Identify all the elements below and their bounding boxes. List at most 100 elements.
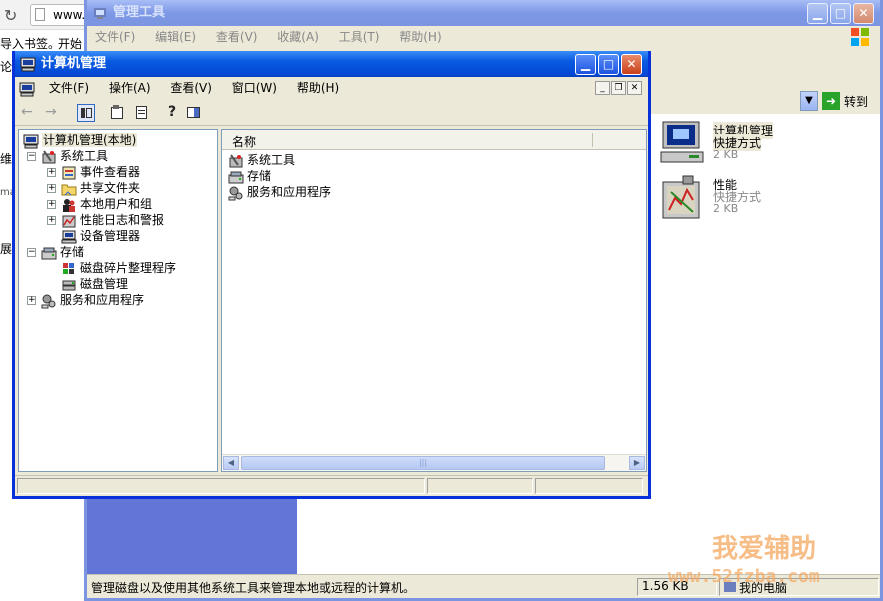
file-size: 2 KB [713, 148, 739, 161]
expand-toggle[interactable]: + [47, 216, 56, 225]
tree-label: 计算机管理(本地) [42, 133, 138, 147]
admin-tools-title: 管理工具 [113, 5, 166, 20]
collapse-toggle[interactable]: − [27, 152, 36, 161]
start-link[interactable]: 开始 [58, 35, 82, 52]
device-manager-icon [61, 230, 77, 243]
menu-view[interactable]: 查看(V) [208, 26, 266, 48]
menu-tools[interactable]: 工具(T) [331, 26, 388, 48]
tree-item-shared-folders[interactable]: 共享文件夹 [61, 180, 140, 196]
help-icon[interactable]: ? [163, 104, 181, 122]
list-item-storage[interactable]: 存储 [228, 168, 271, 184]
compmgmt-toolbar: ← → ? [15, 100, 648, 126]
browser-toolbar: ↻ www. [0, 0, 90, 30]
scroll-thumb[interactable]: ||| [241, 456, 605, 470]
status-cell [427, 478, 533, 494]
scroll-left-button[interactable]: ◀ [223, 456, 239, 470]
tree-label: 磁盘碎片整理程序 [80, 261, 177, 275]
menu-view[interactable]: 查看(V) [162, 77, 220, 99]
performance-logs-icon [62, 215, 76, 227]
expand-toggle[interactable]: + [47, 168, 56, 177]
export-list-icon[interactable] [133, 104, 151, 122]
list-pane: 名称 系统工具 存储 服务和应用程序 ◀ ||| ▶ [221, 129, 647, 472]
action-pane-icon[interactable] [185, 104, 203, 122]
tree-label: 本地用户和组 [80, 197, 153, 211]
system-tools-icon [42, 149, 56, 163]
list-item-label: 系统工具 [247, 153, 296, 167]
go-button[interactable]: ➜ 转到 [822, 91, 874, 111]
minimize-button[interactable]: ▁ [807, 3, 828, 24]
services-apps-icon [228, 186, 243, 200]
child-minimize-button[interactable]: _ [595, 81, 610, 95]
tree-item-disk-mgmt[interactable]: 磁盘管理 [61, 276, 128, 292]
expand-toggle[interactable]: + [27, 296, 36, 305]
list-item-services-apps[interactable]: 服务和应用程序 [228, 184, 331, 200]
menu-file[interactable]: 文件(F) [41, 77, 97, 99]
compmgmt-title: 计算机管理 [41, 56, 107, 71]
maximize-button[interactable]: □ [830, 3, 851, 24]
file-item-performance[interactable]: 性能 快捷方式 2 KB [659, 174, 799, 222]
close-button[interactable]: ✕ [621, 54, 642, 75]
address-bar[interactable]: www. [30, 4, 88, 26]
computer-management-window: 计算机管理 ▁ □ ✕ 文件(F) 操作(A) 查看(V) 窗口(W) 帮助(H… [12, 51, 651, 499]
tree-item-storage[interactable]: 存储 [41, 244, 84, 260]
expand-toggle[interactable]: + [47, 200, 56, 209]
back-icon[interactable]: ← [21, 104, 39, 122]
horizontal-scrollbar[interactable]: ◀ ||| ▶ [222, 454, 646, 471]
page-icon [35, 8, 45, 21]
computer-icon [23, 134, 39, 148]
tree-item-device-manager[interactable]: 设备管理器 [61, 228, 140, 244]
file-item-compmgmt[interactable]: 计算机管理 快捷方式 2 KB [659, 120, 799, 168]
defrag-icon [63, 262, 74, 274]
address-text: www. [53, 8, 86, 22]
properties-icon[interactable] [109, 104, 127, 122]
windows-logo-icon [851, 28, 869, 46]
close-button[interactable]: ✕ [853, 3, 874, 24]
tree-item-defrag[interactable]: 磁盘碎片整理程序 [61, 260, 176, 276]
tree-label: 性能日志和警报 [80, 213, 165, 227]
minimize-button[interactable]: ▁ [575, 54, 596, 75]
forward-icon[interactable]: → [45, 104, 63, 122]
tree-item-services-apps[interactable]: 服务和应用程序 [41, 292, 144, 308]
menu-edit[interactable]: 编辑(E) [147, 26, 204, 48]
menu-action[interactable]: 操作(A) [101, 77, 159, 99]
menu-help[interactable]: 帮助(H) [289, 77, 347, 99]
tree-item-root[interactable]: 计算机管理(本地) [23, 132, 138, 148]
collapse-toggle[interactable]: − [27, 248, 36, 257]
go-label: 转到 [844, 95, 869, 109]
address-dropdown-button[interactable]: ▼ [800, 91, 818, 111]
child-close-button[interactable]: ✕ [627, 81, 642, 95]
menu-favorites[interactable]: 收藏(A) [269, 26, 327, 48]
scroll-right-button[interactable]: ▶ [629, 456, 645, 470]
storage-icon [41, 247, 57, 259]
list-item-label: 存储 [247, 169, 272, 183]
menu-window[interactable]: 窗口(W) [224, 77, 285, 99]
tree-item-local-users[interactable]: 本地用户和组 [61, 196, 152, 212]
tree-item-event-viewer[interactable]: 事件查看器 [61, 164, 140, 180]
tree-label: 存储 [60, 245, 85, 259]
expand-toggle[interactable]: + [47, 184, 56, 193]
show-hide-tree-icon[interactable] [77, 104, 95, 122]
maximize-button[interactable]: □ [598, 54, 619, 75]
column-header-name[interactable]: 名称 [222, 130, 646, 150]
list-item-system-tools[interactable]: 系统工具 [228, 152, 295, 168]
tree-item-system-tools[interactable]: 系统工具 [41, 148, 108, 164]
child-restore-button[interactable]: ❐ [611, 81, 626, 95]
refresh-icon[interactable]: ↻ [4, 6, 17, 25]
admin-tools-titlebar[interactable]: 管理工具 ▁ □ ✕ [87, 0, 880, 26]
tree-item-perf-logs[interactable]: 性能日志和警报 [61, 212, 164, 228]
compmgmt-titlebar[interactable]: 计算机管理 ▁ □ ✕ [15, 51, 648, 77]
menu-help[interactable]: 帮助(H) [391, 26, 449, 48]
tree-label: 磁盘管理 [80, 277, 129, 291]
computer-management-icon [660, 121, 704, 163]
go-arrow-icon: ➜ [822, 92, 840, 110]
column-divider[interactable] [592, 133, 593, 147]
storage-icon [228, 171, 244, 183]
compmgmt-statusbar [15, 475, 648, 496]
watermark-url: www.52fzba.com [668, 566, 820, 587]
tree-pane: 计算机管理(本地) − 系统工具 + 事件查看器 + 共享文件夹 + 本地用户和… [18, 129, 218, 472]
menu-file[interactable]: 文件(F) [87, 26, 143, 48]
file-size: 2 KB [713, 202, 739, 215]
bookmark-hint[interactable]: 导入书签。 [0, 35, 60, 52]
status-cell [535, 478, 643, 494]
column-header-label: 名称 [232, 135, 257, 149]
